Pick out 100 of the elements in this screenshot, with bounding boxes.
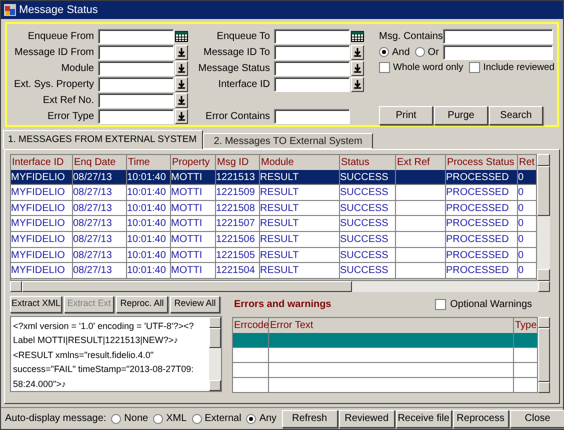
- checkbox[interactable]: [435, 298, 446, 310]
- table-cell: 10:01:40: [127, 170, 171, 184]
- radio-label: None: [124, 412, 148, 426]
- table-row[interactable]: [233, 378, 537, 392]
- action-button[interactable]: Receive file: [396, 410, 452, 428]
- field-label: Msg. Contains: [379, 30, 443, 44]
- table-cell: PROCESSED: [446, 170, 518, 184]
- field-label: Ext. Sys. Property: [12, 78, 95, 92]
- calendar-icon[interactable]: [351, 30, 364, 43]
- input-field[interactable]: [98, 60, 174, 76]
- arrow-down-icon: [177, 79, 186, 90]
- table-cell: 08/27/13: [73, 170, 127, 184]
- action-button[interactable]: Purge: [434, 106, 488, 125]
- table-cell: 08/27/13: [73, 248, 127, 262]
- field-label: Ext Ref No.: [42, 94, 95, 108]
- arrow-down-icon: [177, 95, 186, 106]
- table-row[interactable]: MYFIDELIO 08/27/13 10:01:40 MOTTI 1221504 RESULT SUCCESS PROCESSED 0: [11, 263, 536, 279]
- radio-label: And: [392, 46, 410, 60]
- arrow-down-icon: [177, 63, 186, 74]
- table-cell: MOTTI: [171, 248, 216, 262]
- section-title: Errors and warnings: [234, 298, 332, 312]
- field-label: Error Contains: [204, 110, 271, 124]
- table-cell: RESULT: [260, 232, 340, 247]
- radio-button[interactable]: [379, 47, 389, 58]
- scrollbar[interactable]: [209, 316, 221, 391]
- radio-button[interactable]: [246, 414, 256, 424]
- dropdown-button[interactable]: [175, 60, 188, 76]
- radio-button[interactable]: [414, 47, 425, 58]
- input-field[interactable]: [274, 108, 350, 124]
- table-row[interactable]: MYFIDELIO 08/27/13 10:01:40 MOTTI 1221507 RESULT SUCCESS PROCESSED 0: [11, 216, 536, 232]
- dropdown-button[interactable]: [351, 60, 364, 76]
- tab[interactable]: 1. MESSAGES FROM EXTERNAL SYSTEM: [3, 130, 203, 149]
- action-button[interactable]: Reviewed: [338, 410, 395, 428]
- dropdown-button[interactable]: [351, 76, 364, 92]
- input-field[interactable]: [98, 76, 174, 92]
- input-field[interactable]: [98, 92, 174, 108]
- checkbox-label: Whole word only: [393, 60, 464, 75]
- table-row[interactable]: MYFIDELIO 08/27/13 10:01:40 MOTTI 1221509 RESULT SUCCESS PROCESSED 0: [11, 185, 536, 201]
- table-row[interactable]: [233, 348, 537, 363]
- dropdown-button[interactable]: [175, 92, 188, 108]
- table-cell: RESULT: [260, 170, 340, 184]
- arrow-down-icon: [353, 47, 362, 58]
- table-row[interactable]: MYFIDELIO 08/27/13 10:01:40 MOTTI 1221513 RESULT SUCCESS PROCESSED 0: [11, 170, 536, 186]
- radio-button[interactable]: [111, 414, 122, 424]
- table-cell: 10:01:40: [127, 185, 171, 200]
- table-row[interactable]: MYFIDELIO 08/27/13 10:01:40 MOTTI 1221505 RESULT SUCCESS PROCESSED 0: [11, 248, 536, 264]
- window-title: Message Status: [19, 2, 98, 18]
- table-cell: SUCCESS: [340, 185, 396, 200]
- field-label: Message Status: [197, 62, 271, 76]
- dropdown-button[interactable]: [351, 44, 364, 60]
- input-field[interactable]: [274, 76, 350, 92]
- arrow-down-icon: [177, 47, 186, 58]
- field-label: Module: [60, 62, 95, 76]
- action-button[interactable]: Refresh: [282, 410, 338, 428]
- checkbox[interactable]: [379, 62, 390, 74]
- input-field[interactable]: [274, 44, 350, 60]
- calendar-icon[interactable]: [175, 30, 188, 43]
- message-button[interactable]: Review All: [170, 296, 220, 313]
- table-cell: RESULT: [260, 200, 340, 216]
- radio-label: XML: [166, 412, 187, 426]
- input-field[interactable]: [274, 28, 350, 44]
- dropdown-button[interactable]: [175, 76, 188, 92]
- input-field[interactable]: [443, 44, 553, 60]
- arrow-down-icon: [353, 63, 362, 74]
- radio-button[interactable]: [153, 414, 164, 424]
- arrow-down-icon: [353, 79, 362, 90]
- input-field[interactable]: [98, 108, 174, 124]
- message-text-line: Label MOTTI|RESULT|1221513|NEW?>♪: [13, 334, 180, 348]
- action-button[interactable]: Close: [510, 410, 564, 428]
- table-cell: 08/27/13: [73, 263, 127, 278]
- message-button[interactable]: Reproc. All: [116, 296, 168, 313]
- dropdown-button[interactable]: [175, 108, 188, 124]
- table-cell: SUCCESS: [340, 232, 396, 247]
- message-button[interactable]: Extract XML: [10, 296, 62, 313]
- input-field[interactable]: [98, 44, 174, 60]
- message-text-line: success="FAIL" timeStamp="2013-08-27T09:: [13, 363, 195, 376]
- table-cell: 1221504: [216, 263, 260, 278]
- message-text-line: 58:24.000">♪: [13, 378, 67, 391]
- input-field[interactable]: [443, 28, 553, 44]
- action-button[interactable]: Reprocess: [452, 410, 509, 428]
- table-cell: PROCESSED: [446, 248, 518, 262]
- table-row[interactable]: [233, 362, 537, 378]
- checkbox[interactable]: [469, 62, 480, 74]
- input-field[interactable]: [274, 60, 350, 76]
- table-cell: 1221507: [216, 216, 260, 231]
- input-field[interactable]: [98, 28, 174, 44]
- table-row[interactable]: MYFIDELIO 08/27/13 10:01:40 MOTTI 1221508 RESULT SUCCESS PROCESSED 0: [11, 200, 536, 216]
- action-button[interactable]: Search: [489, 106, 543, 125]
- table-cell: 10:01:40: [127, 248, 171, 262]
- tab[interactable]: 2. Messages TO External System: [203, 132, 373, 149]
- action-button[interactable]: Print: [379, 106, 433, 125]
- radio-button[interactable]: [192, 414, 202, 424]
- message-text-line: <?xml version = '1.0' encoding = 'UTF-8'?><?: [13, 320, 195, 333]
- scrollbar[interactable]: [538, 316, 550, 393]
- scrollbar[interactable]: [537, 154, 550, 281]
- message-text-line: <RESULT xmlns="result.fidelio.4.0": [13, 348, 155, 362]
- dropdown-button[interactable]: [175, 44, 188, 60]
- scrollbar[interactable]: [10, 280, 550, 292]
- table-row[interactable]: MYFIDELIO 08/27/13 10:01:40 MOTTI 1221506 RESULT SUCCESS PROCESSED 0: [11, 232, 536, 248]
- table-cell: RESULT: [260, 248, 340, 262]
